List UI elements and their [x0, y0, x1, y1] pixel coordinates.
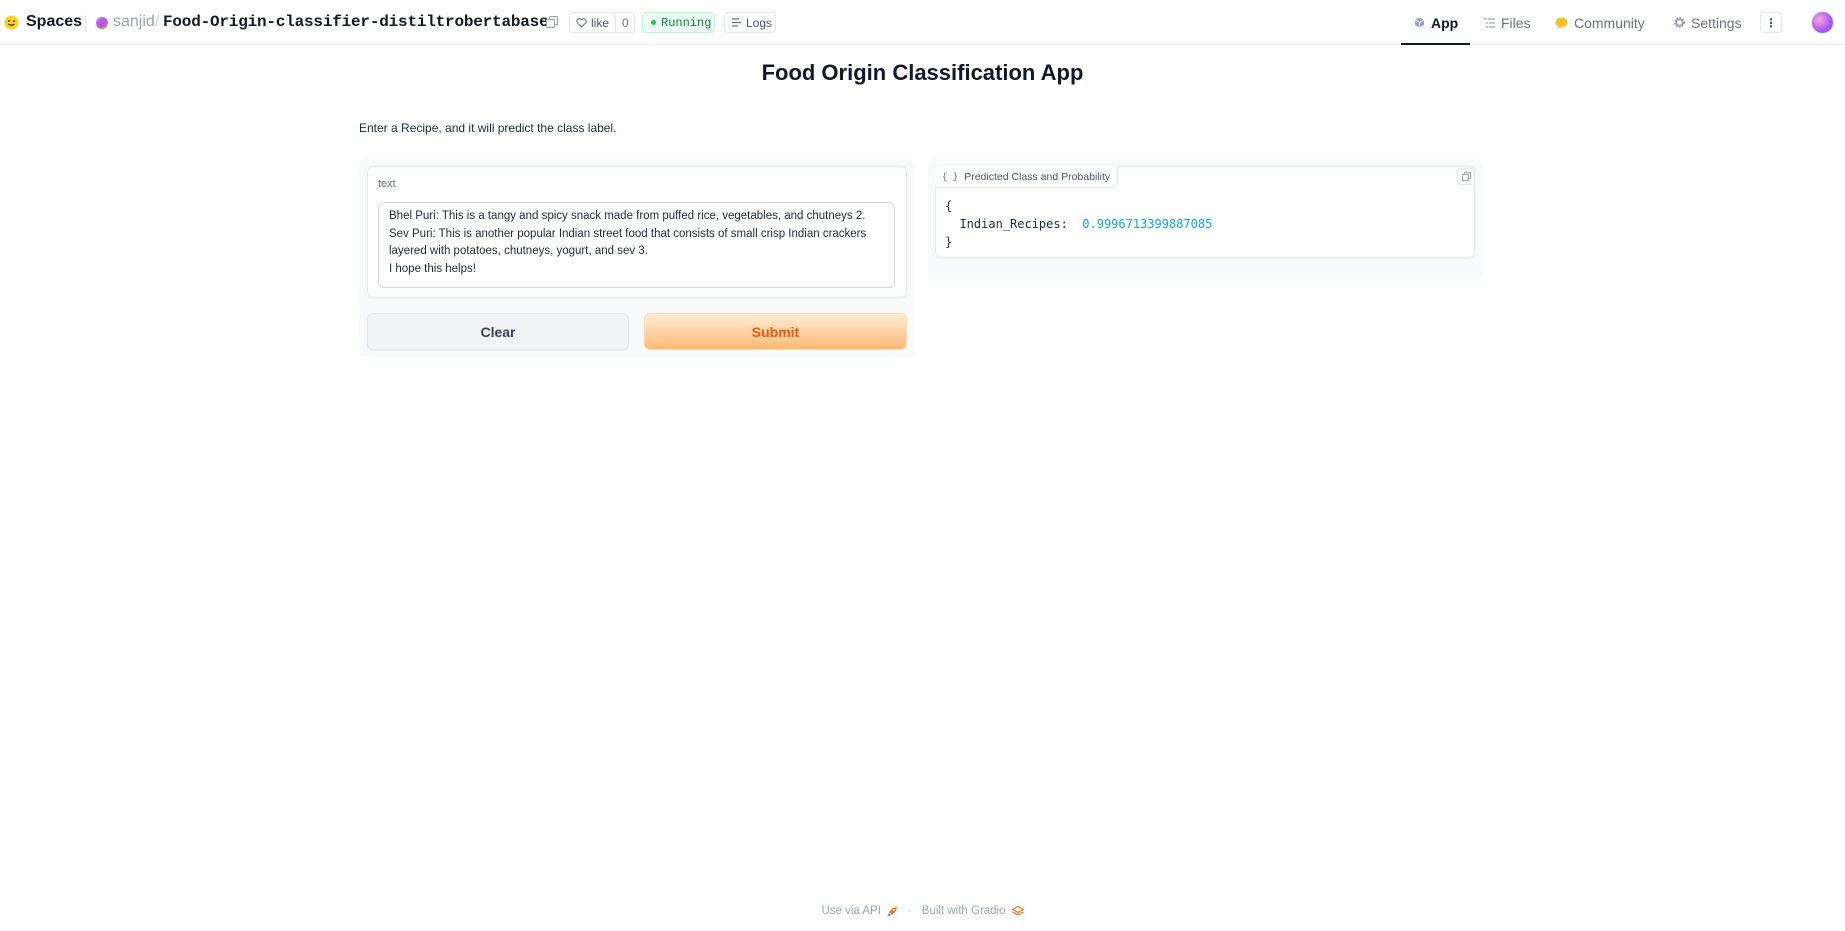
- json-close-brace: }: [945, 235, 953, 249]
- files-icon: [1484, 17, 1495, 28]
- tab-settings[interactable]: Settings: [1674, 12, 1742, 33]
- json-value: 0.9996713399887085: [1082, 217, 1213, 231]
- status-badge[interactable]: Running: [642, 12, 715, 33]
- path-separator: /: [155, 13, 160, 30]
- top-navigation-bar: Spaces sanjid / Food-Origin-classifier-d…: [0, 0, 1845, 45]
- built-with-gradio-link[interactable]: Built with Gradio: [922, 905, 1024, 917]
- user-avatar[interactable]: [1811, 11, 1834, 34]
- json-brace-icon: { }: [942, 171, 959, 182]
- owner-avatar[interactable]: [96, 17, 108, 29]
- logs-icon: [732, 18, 741, 27]
- huggingface-logo-icon[interactable]: [4, 15, 19, 30]
- copy-json-button[interactable]: [1457, 168, 1475, 185]
- use-via-api-link[interactable]: Use via API: [821, 905, 897, 917]
- use-via-api-label: Use via API: [821, 905, 881, 917]
- tab-app[interactable]: App: [1414, 12, 1458, 33]
- tab-community-label: Community: [1574, 14, 1645, 31]
- output-label-tab: { } Predicted Class and Probability: [935, 166, 1119, 188]
- text-input-label: text: [378, 178, 396, 190]
- copy-icon[interactable]: [546, 16, 558, 28]
- recipe-textarea[interactable]: Bhel Puri: This is a tangy and spicy sna…: [378, 202, 895, 288]
- json-key: Indian_Recipes:: [959, 217, 1068, 231]
- copy-icon: [1461, 172, 1471, 181]
- logs-button[interactable]: Logs: [724, 12, 776, 33]
- built-with-gradio-label: Built with Gradio: [921, 905, 1006, 917]
- more-options-button[interactable]: ⋮: [1760, 12, 1782, 33]
- tab-files[interactable]: Files: [1484, 12, 1531, 33]
- divider: [85, 15, 86, 31]
- footer-dot: ·: [907, 905, 912, 917]
- json-open-brace: {: [945, 199, 953, 213]
- gear-icon: [1674, 17, 1685, 28]
- gradio-logo-icon: [1011, 905, 1024, 916]
- tab-files-label: Files: [1501, 14, 1531, 31]
- app-title: Food Origin Classification App: [761, 60, 1084, 85]
- like-button[interactable]: like 0: [569, 12, 635, 33]
- output-label: Predicted Class and Probability: [964, 170, 1111, 183]
- json-output: { Indian_Recipes: 0.9996713399887085 }: [945, 197, 1212, 251]
- logs-label: Logs: [746, 15, 773, 30]
- spaces-link[interactable]: Spaces: [26, 13, 82, 31]
- owner-link[interactable]: sanjid: [113, 13, 155, 31]
- tab-app-label: App: [1431, 14, 1459, 31]
- like-count: 0: [622, 15, 629, 30]
- community-icon: [1555, 17, 1568, 29]
- cube-icon: [1414, 17, 1425, 28]
- rocket-icon: [887, 906, 897, 916]
- clear-button[interactable]: Clear: [367, 313, 629, 350]
- footer: Use via API · Built with Gradio: [0, 905, 1845, 917]
- heart-icon: [576, 17, 587, 28]
- status-dot-icon: [651, 20, 656, 25]
- tab-community[interactable]: Community: [1555, 12, 1645, 33]
- status-label: Running: [661, 15, 712, 30]
- like-label: like: [591, 15, 610, 30]
- tab-settings-label: Settings: [1691, 14, 1742, 31]
- repo-name-link[interactable]: Food-Origin-classifier-distiltrobertabas…: [163, 13, 549, 31]
- app-description: Enter a Recipe, and it will predict the …: [359, 121, 617, 135]
- submit-button[interactable]: Submit: [644, 313, 907, 350]
- active-tab-indicator: [1401, 43, 1470, 45]
